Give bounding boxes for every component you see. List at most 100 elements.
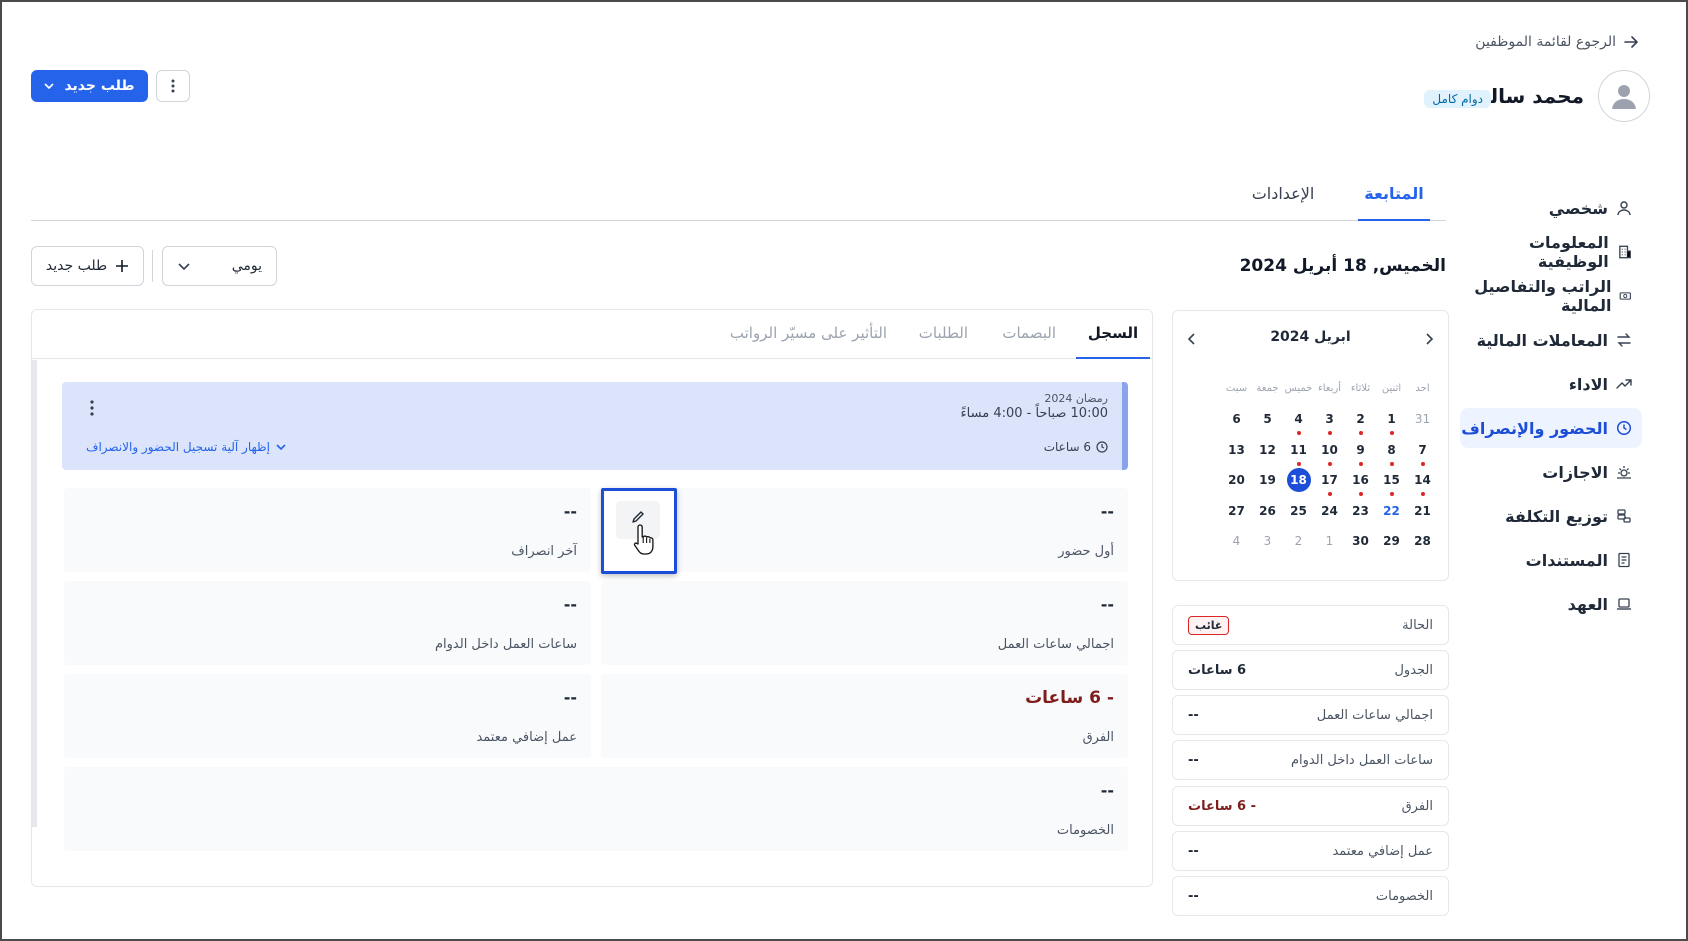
add-request-button[interactable]: طلب جديد — [31, 246, 144, 286]
metric-value: -- — [563, 502, 577, 521]
calendar-weekday: ثلاثاء — [1350, 383, 1371, 394]
calendar-day[interactable]: 9 — [1344, 438, 1377, 466]
sidebar-item-performance[interactable]: الاداء — [1460, 364, 1642, 404]
calendar-day[interactable]: 26 — [1251, 499, 1284, 525]
calendar-weekday: أربعاء — [1318, 383, 1341, 394]
calendar-day[interactable]: 2 — [1282, 529, 1315, 555]
back-to-employees-link[interactable]: الرجوع لقائمة الموظفين — [1475, 34, 1638, 50]
absence-dot — [1297, 431, 1301, 435]
calendar-day[interactable]: 1 — [1375, 407, 1408, 435]
edit-button[interactable] — [616, 501, 660, 555]
sidebar-item-salary[interactable]: الراتب والتفاصيل المالية — [1460, 276, 1642, 316]
selected-date-title: الخميس, 18 أبريل 2024 — [1239, 256, 1446, 276]
calendar-day[interactable]: 21 — [1406, 499, 1439, 525]
calendar-day[interactable]: 30 — [1344, 529, 1377, 555]
calendar-weekday: سبت — [1225, 383, 1248, 394]
calendar-day[interactable]: 11 — [1282, 438, 1315, 466]
show-link-label: إظهار آلية تسجيل الحضور والانصراف — [86, 440, 270, 454]
calendar-day-number: 1 — [1387, 412, 1396, 426]
banknote-icon — [1620, 292, 1632, 300]
calendar-day[interactable]: 13 — [1220, 438, 1253, 464]
calendar-day-number: 13 — [1228, 442, 1245, 457]
sidebar-item-job-info[interactable]: المعلومات الوظيفية — [1460, 232, 1642, 272]
calendar-day[interactable]: 19 — [1251, 468, 1284, 494]
sidebar-item-attendance[interactable]: الحضور والإنصراف — [1460, 408, 1642, 448]
new-request-button[interactable]: طلب جديد — [31, 70, 148, 102]
calendar-day[interactable]: 14 — [1406, 468, 1439, 496]
sidebar-item-label: شخصي — [1548, 198, 1608, 218]
laptop-icon — [1617, 598, 1631, 610]
calendar-day[interactable]: 25 — [1282, 499, 1315, 525]
calendar-day-number: 24 — [1321, 503, 1338, 518]
sidebar-item-leaves[interactable]: الاجازات — [1460, 452, 1642, 492]
main-tabs: المتابعة الإعدادات — [31, 184, 1446, 221]
calendar-day[interactable]: 22 — [1375, 499, 1408, 525]
calendar-day[interactable]: 1 — [1313, 529, 1346, 555]
scrollbar-track[interactable] — [32, 360, 37, 827]
summary-value: -- — [1188, 752, 1199, 768]
calendar-day[interactable]: 24 — [1313, 499, 1346, 525]
calendar-day-number: 18 — [1286, 468, 1311, 492]
sidebar-item-documents[interactable]: المستندات — [1460, 540, 1642, 580]
calendar-day[interactable]: 6 — [1220, 407, 1253, 433]
calendar-day[interactable]: 7 — [1406, 438, 1439, 466]
calendar-day[interactable]: 29 — [1375, 529, 1408, 555]
metric-value: -- — [1100, 502, 1114, 521]
calendar-day-number: 25 — [1290, 503, 1307, 518]
show-attendance-mechanism-link[interactable]: إظهار آلية تسجيل الحضور والانصراف — [86, 440, 286, 454]
calendar-day[interactable]: 10 — [1313, 438, 1346, 466]
tab-settings[interactable]: الإعدادات — [1238, 184, 1328, 221]
calendar-day[interactable]: 3 — [1251, 529, 1284, 555]
metric-value: -- — [1100, 781, 1114, 800]
tab-log[interactable]: السجل — [1076, 324, 1150, 359]
tab-follow-up[interactable]: المتابعة — [1358, 184, 1430, 221]
calendar-day[interactable]: 16 — [1344, 468, 1377, 496]
tab-requests[interactable]: الطلبات — [919, 324, 968, 359]
calendar-day[interactable]: 8 — [1375, 438, 1408, 466]
calendar-day[interactable]: 28 — [1406, 529, 1439, 555]
sun-icon — [1617, 466, 1631, 479]
sidebar-item-financial-transactions[interactable]: المعاملات المالية — [1460, 320, 1642, 360]
calendar-day[interactable]: 31 — [1406, 407, 1439, 433]
summary-value: -- — [1188, 707, 1199, 723]
absence-dot — [1328, 492, 1332, 496]
calendar-weekday: اثنين — [1381, 383, 1402, 394]
sidebar-item-cost-allocation[interactable]: توزيع التكلفة — [1460, 496, 1642, 536]
calendar-day-number: 3 — [1263, 534, 1272, 548]
calendar-day[interactable]: 23 — [1344, 499, 1377, 525]
view-mode-select[interactable]: يومي — [162, 246, 277, 286]
calendar-next-month-button[interactable] — [1187, 333, 1197, 345]
calendar-day-selected[interactable]: 18 — [1282, 468, 1315, 494]
calendar-day[interactable]: 4 — [1282, 407, 1315, 435]
summary-label: الجدول — [1394, 662, 1433, 678]
metric-card: -- اجمالي ساعات العمل — [601, 581, 1128, 665]
tab-fingerprints[interactable]: البصمات — [1002, 324, 1056, 359]
tab-payroll-impact[interactable]: التأثير على مسيّر الرواتب — [730, 324, 887, 359]
summary-label: الخصومات — [1375, 888, 1433, 904]
calendar-day[interactable]: 4 — [1220, 529, 1253, 555]
edit-attendance-highlight[interactable] — [601, 488, 677, 574]
calendar-day[interactable]: 12 — [1251, 438, 1284, 464]
calendar-day[interactable]: 15 — [1375, 468, 1408, 496]
calendar-day[interactable]: 3 — [1313, 407, 1346, 435]
metric-card: -- آخر انصراف — [64, 488, 591, 572]
absence-dot — [1359, 492, 1363, 496]
clock-icon — [1096, 441, 1108, 453]
sidebar-item-personal[interactable]: شخصي — [1460, 188, 1642, 228]
metric-card: -- أول حضور — [601, 488, 1128, 572]
more-options-button[interactable] — [156, 70, 190, 102]
record-tabs: السجل البصمات الطلبات التأثير على مسيّر … — [32, 310, 1152, 359]
calendar-weekday: احد — [1415, 383, 1430, 394]
hand-cursor-icon — [633, 524, 654, 555]
calendar-day-number: 6 — [1232, 412, 1241, 426]
calendar-day[interactable]: 17 — [1313, 468, 1346, 496]
calendar-day[interactable]: 5 — [1251, 407, 1284, 433]
calendar-day[interactable]: 2 — [1344, 407, 1377, 435]
banner-more-button[interactable] — [90, 400, 94, 416]
trend-icon — [1616, 379, 1632, 389]
metric-value: -- — [563, 595, 577, 614]
calendar-day[interactable]: 27 — [1220, 499, 1253, 525]
sidebar-item-custody[interactable]: العهد — [1460, 584, 1642, 624]
calendar-day[interactable]: 20 — [1220, 468, 1253, 494]
calendar-day-number: 26 — [1259, 503, 1276, 518]
